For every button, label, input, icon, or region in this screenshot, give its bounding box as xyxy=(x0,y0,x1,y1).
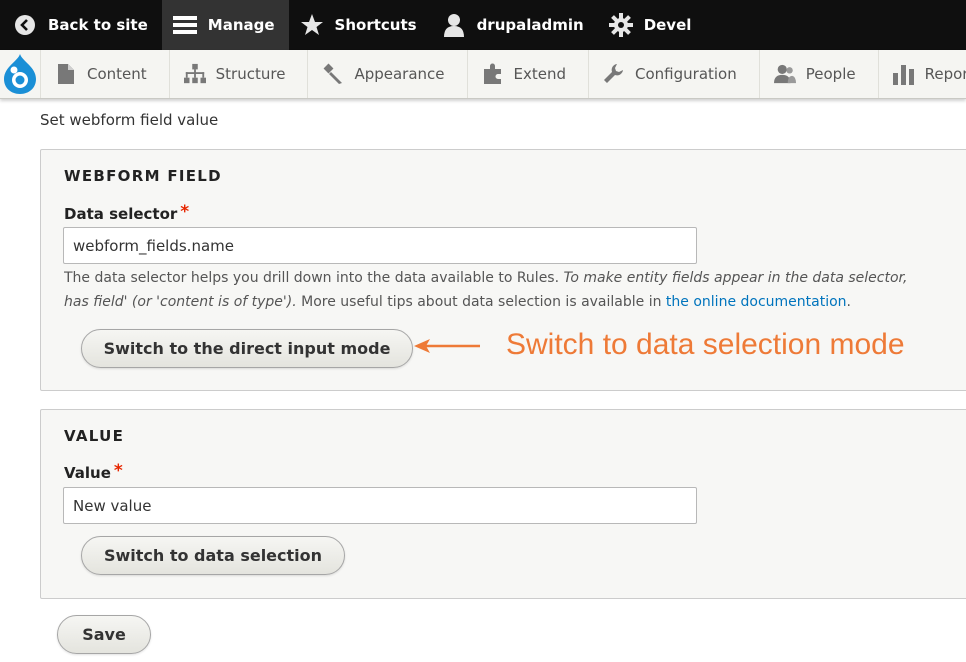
required-marker: * xyxy=(180,202,190,222)
back-to-site-label: Back to site xyxy=(48,16,148,34)
description-text-2: More useful tips about data selection is… xyxy=(296,294,666,310)
tray-label-structure: Structure xyxy=(215,65,286,83)
admin-toolbar: Back to site Manage Shortcuts drupaladmi… xyxy=(0,0,966,50)
people-icon xyxy=(773,63,796,85)
description-text: The data selector helps you drill down i… xyxy=(64,270,564,286)
tray-label-content: Content xyxy=(87,65,147,83)
annotation-text: Switch to data selection mode xyxy=(506,328,905,361)
shortcuts-tab[interactable]: Shortcuts xyxy=(289,0,431,50)
value-label: Value * xyxy=(64,461,123,483)
user-label: drupaladmin xyxy=(476,16,584,34)
required-marker-2: * xyxy=(113,461,123,481)
manage-tab[interactable]: Manage xyxy=(161,0,289,50)
user-icon xyxy=(441,12,467,38)
tray-label-people: People xyxy=(805,65,856,83)
drupal-logo-icon[interactable] xyxy=(0,50,41,98)
tray-item-content[interactable]: Content xyxy=(41,50,170,98)
star-icon xyxy=(299,12,325,38)
devel-label: Devel xyxy=(643,16,692,34)
description-line-1: The data selector helps you drill down i… xyxy=(64,266,966,290)
tray-item-configuration[interactable]: Configuration xyxy=(589,50,760,98)
value-label-text: Value xyxy=(64,464,111,482)
devel-tab[interactable]: Devel xyxy=(598,0,706,50)
wrench-icon xyxy=(603,63,625,85)
tray-item-structure[interactable]: Structure xyxy=(170,50,309,98)
tray-item-people[interactable]: People xyxy=(760,50,879,98)
page-title: Set webform field value xyxy=(40,111,219,129)
tray-item-extend[interactable]: Extend xyxy=(468,50,590,98)
shortcuts-label: Shortcuts xyxy=(334,16,417,34)
switch-to-data-selection-button[interactable]: Switch to data selection xyxy=(81,536,345,575)
data-selector-description: The data selector helps you drill down i… xyxy=(64,266,966,314)
description-line-2: has field' (or 'content is of type'). Mo… xyxy=(64,290,966,314)
value-fieldset: VALUE Value* Switch to data selection xyxy=(40,409,966,599)
description-italic-text: To make entity fields appear in the data… xyxy=(563,270,908,286)
menu-icon xyxy=(172,12,198,38)
sitemap-icon xyxy=(183,63,206,85)
bar-chart-icon xyxy=(892,63,915,85)
paintbrush-icon xyxy=(322,63,344,85)
manage-label: Manage xyxy=(207,16,275,34)
gear-icon xyxy=(608,12,634,38)
tray-label-reports: Reports xyxy=(924,65,966,83)
user-tab[interactable]: drupaladmin xyxy=(431,0,598,50)
tray-label-appearance: Appearance xyxy=(354,65,445,83)
tray-item-appearance[interactable]: Appearance xyxy=(308,50,468,98)
webform-field-legend: WEBFORM FIELD xyxy=(64,167,222,185)
tray-label-extend: Extend xyxy=(513,65,567,83)
online-documentation-link[interactable]: the online documentation xyxy=(666,294,847,310)
puzzle-icon xyxy=(482,63,504,85)
description-italic-text-2: has field' (or 'content is of type'). xyxy=(64,294,297,310)
description-period: . xyxy=(846,294,851,310)
tray-item-reports[interactable]: Reports xyxy=(879,50,966,98)
document-icon xyxy=(55,63,77,85)
value-input[interactable] xyxy=(63,487,697,524)
tray-label-configuration: Configuration xyxy=(635,65,737,83)
save-button[interactable]: Save xyxy=(57,615,151,654)
data-selector-label-text: Data selector xyxy=(64,205,178,223)
annotation-arrow-icon xyxy=(414,339,480,353)
admin-menu-tray: Content Structure Appearance Extend Conf… xyxy=(0,50,966,99)
back-to-site-link[interactable]: Back to site xyxy=(0,0,162,50)
value-legend: VALUE xyxy=(64,427,125,445)
data-selector-label: Data selector * xyxy=(64,202,190,224)
switch-to-direct-input-button[interactable]: Switch to the direct input mode xyxy=(81,329,413,368)
data-selector-input[interactable] xyxy=(63,227,697,264)
back-arrow-icon xyxy=(12,12,38,38)
